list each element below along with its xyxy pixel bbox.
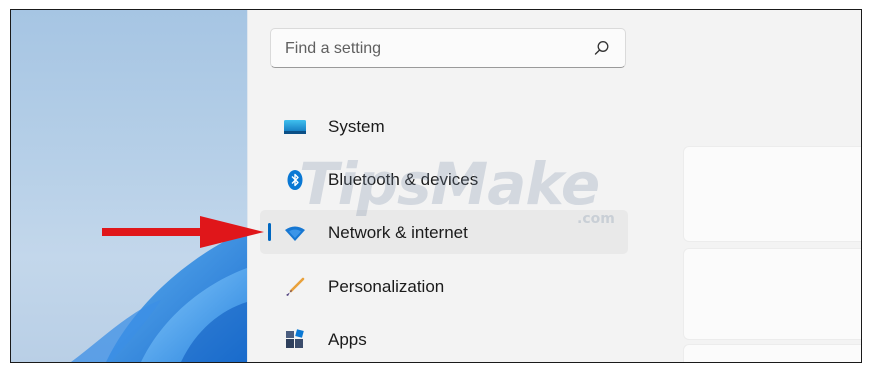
nav-item-apps[interactable]: Apps — [260, 317, 628, 361]
selection-indicator — [268, 223, 271, 241]
search-box[interactable]: Find a setting — [270, 28, 626, 68]
nav-label: Personalization — [328, 277, 445, 296]
nav-label: System — [328, 117, 385, 136]
search-placeholder: Find a setting — [285, 40, 382, 57]
red-arrow-annotation — [102, 216, 264, 248]
wifi-icon — [285, 226, 305, 241]
nav-label: Bluetooth & devices — [328, 170, 479, 189]
nav-item-system[interactable]: System — [260, 104, 628, 148]
settings-window: Find a setting System Bluetooth & device… — [247, 10, 861, 362]
bloom-wallpaper-art — [71, 230, 247, 362]
apps-icon — [286, 329, 304, 348]
content-card[interactable] — [683, 344, 861, 362]
nav-label: Network & internet — [328, 223, 468, 242]
search-icon[interactable] — [593, 39, 611, 57]
desktop-wallpaper — [11, 10, 247, 362]
screenshot-frame: Find a setting System Bluetooth & device… — [10, 9, 862, 363]
nav-label: Apps — [328, 330, 367, 349]
content-card[interactable] — [683, 146, 861, 242]
nav-item-personalization[interactable]: Personalization — [260, 264, 628, 308]
nav-item-network-internet[interactable]: Network & internet — [260, 210, 628, 254]
nav-item-bluetooth-devices[interactable]: Bluetooth & devices — [260, 157, 628, 201]
display-icon — [284, 120, 306, 134]
content-card[interactable] — [683, 248, 861, 340]
bluetooth-icon — [287, 170, 303, 190]
brush-icon — [286, 277, 305, 296]
